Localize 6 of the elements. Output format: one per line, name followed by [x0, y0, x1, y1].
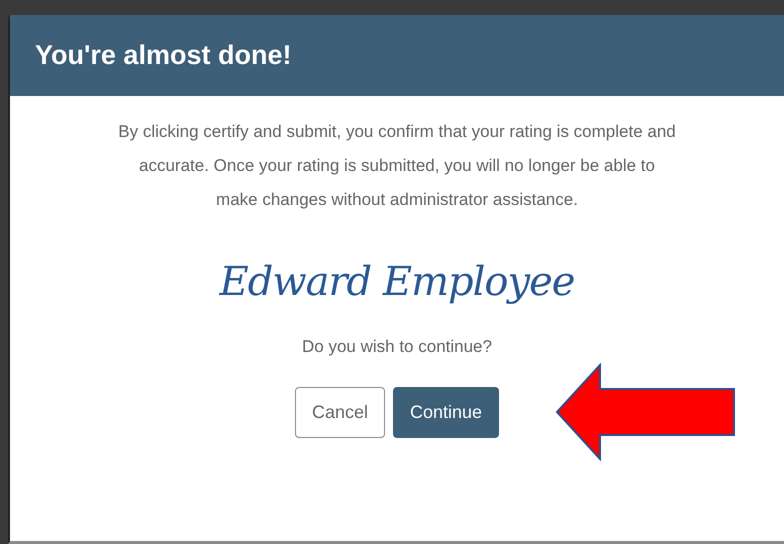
continue-prompt: Do you wish to continue?: [302, 337, 492, 357]
continue-button[interactable]: Continue: [392, 387, 500, 438]
dialog-title: You're almost done!: [35, 40, 292, 71]
signature: Edward Employee: [220, 259, 574, 305]
cancel-button[interactable]: Cancel: [294, 387, 385, 438]
confirmation-message: By clicking certify and submit, you confirm that your rating is complete and accurate. Once your rating is submitted, you will no longer be able to make changes without administrator assistance.: [117, 121, 677, 211]
